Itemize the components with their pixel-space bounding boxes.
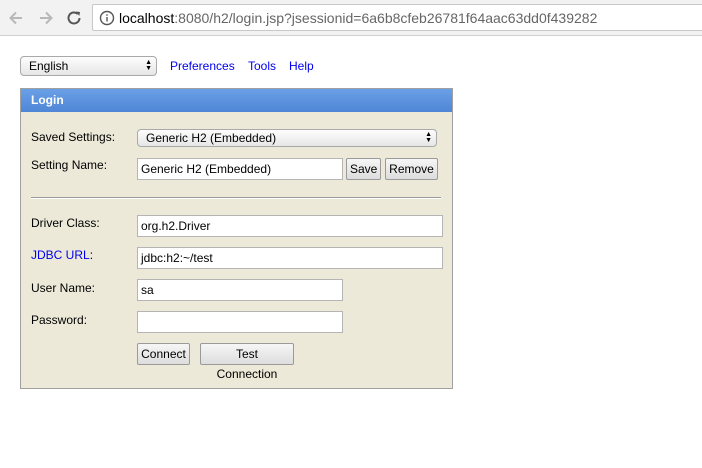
save-button[interactable]: Save (346, 158, 381, 180)
test-connection-button[interactable]: Test Connection (200, 343, 294, 381)
password-label: Password: (31, 313, 88, 327)
driver-class-input[interactable]: org.h2.Driver (137, 215, 443, 237)
select-arrows-icon: ▲ ▼ (425, 131, 432, 144)
jdbc-url-link[interactable]: JDBC URL (31, 248, 90, 262)
setting-name-label: Setting Name: (31, 158, 108, 172)
user-name-label: User Name: (31, 281, 96, 295)
help-link[interactable]: Help (289, 59, 314, 73)
user-name-input[interactable]: sa (137, 279, 343, 301)
info-icon[interactable] (99, 10, 115, 26)
jdbc-url-colon: : (89, 248, 94, 262)
jdbc-url-label[interactable]: JDBC URL: (31, 248, 93, 262)
login-panel: Login Saved Settings: Generic H2 (Embedd… (20, 88, 453, 389)
driver-class-label: Driver Class: (31, 216, 100, 230)
divider (31, 197, 441, 199)
password-input[interactable] (137, 311, 343, 333)
connect-button[interactable]: Connect (137, 343, 190, 365)
reload-icon[interactable] (64, 8, 84, 28)
preferences-link[interactable]: Preferences (170, 59, 235, 73)
back-arrow-icon[interactable] (6, 8, 26, 28)
address-bar[interactable]: localhost:8080/h2/login.jsp?jsessionid=6… (92, 4, 702, 31)
url-host: localhost (119, 10, 175, 26)
forward-arrow-icon[interactable] (36, 8, 56, 28)
saved-settings-select[interactable]: Generic H2 (Embedded) ▲ ▼ (137, 129, 437, 147)
language-value: English (29, 59, 69, 73)
url-text: localhost:8080/h2/login.jsp?jsessionid=6… (119, 10, 597, 26)
saved-settings-label: Saved Settings: (31, 130, 116, 144)
browser-toolbar: localhost:8080/h2/login.jsp?jsessionid=6… (0, 0, 702, 36)
jdbc-url-input[interactable]: jdbc:h2:~/test (137, 247, 443, 269)
tools-link[interactable]: Tools (248, 59, 276, 73)
saved-settings-value: Generic H2 (Embedded) (146, 131, 277, 145)
url-path: :8080/h2/login.jsp?jsessionid=6a6b8cfeb2… (174, 10, 598, 26)
language-select[interactable]: English ▲ ▼ (20, 56, 157, 76)
login-title: Login (21, 89, 452, 112)
setting-name-input[interactable]: Generic H2 (Embedded) (137, 158, 343, 180)
remove-button[interactable]: Remove (385, 158, 438, 180)
select-arrows-icon: ▲ ▼ (145, 59, 152, 72)
